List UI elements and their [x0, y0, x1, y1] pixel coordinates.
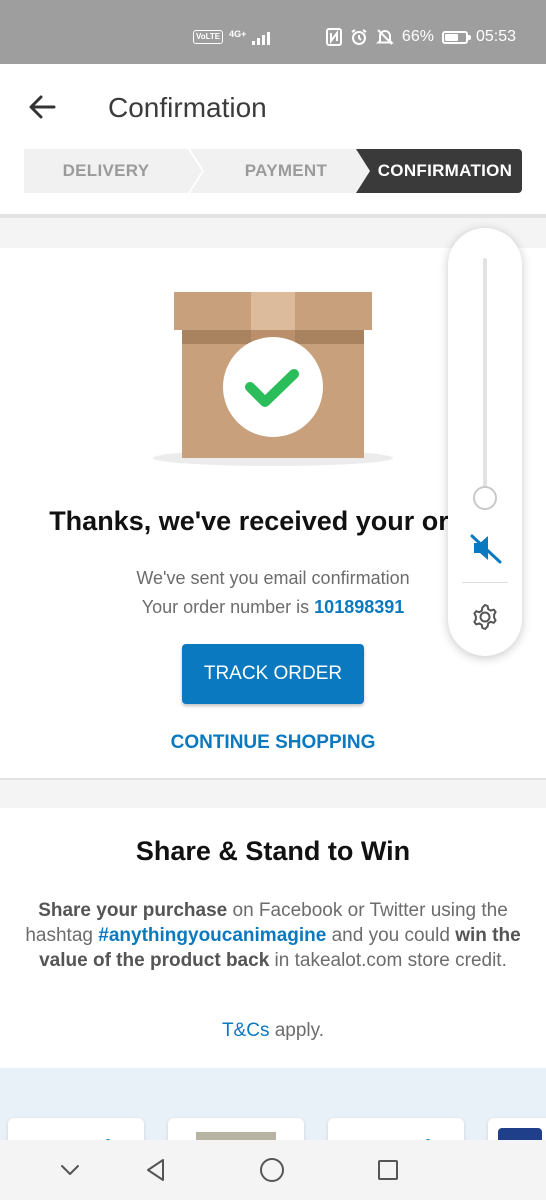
battery-level — [444, 33, 458, 41]
share-description: Share your purchase on Facebook or Twitt… — [24, 898, 522, 973]
square-recents-icon — [378, 1160, 398, 1180]
step-confirmation: CONFIRMATION — [356, 149, 522, 193]
recommended-products-strip — [0, 1068, 546, 1140]
volte-badge: VoLTE — [193, 30, 224, 44]
product-image — [196, 1132, 276, 1140]
nav-collapse-button[interactable] — [56, 1156, 84, 1184]
alarm-icon — [351, 29, 367, 45]
checkout-stepper: DELIVERY PAYMENT CONFIRMATION — [24, 149, 522, 193]
circle-home-icon — [260, 1158, 284, 1182]
speaker-muted-icon — [470, 534, 502, 564]
order-number: 101898391 — [314, 597, 405, 617]
system-nav-bar — [0, 1140, 546, 1200]
page-title: Confirmation — [108, 92, 267, 123]
status-right: 66% 05:53 — [325, 28, 516, 46]
product-card[interactable] — [8, 1118, 144, 1140]
product-image — [498, 1128, 542, 1140]
nav-home-button[interactable] — [258, 1156, 286, 1184]
nfc-icon — [325, 28, 342, 46]
product-image — [425, 1139, 431, 1140]
triangle-back-icon — [147, 1159, 164, 1181]
battery-icon — [441, 30, 471, 44]
share-title: Share & Stand to Win — [135, 836, 411, 866]
product-card[interactable] — [328, 1118, 464, 1140]
back-button[interactable] — [26, 90, 60, 124]
status-bar: VoLTE 4G+ 66% 05:53 — [0, 0, 546, 64]
hashtag-link[interactable]: #anythingyoucanimagine — [98, 925, 326, 946]
status-left: VoLTE 4G+ — [193, 29, 271, 45]
product-image — [105, 1139, 111, 1140]
share-bold-1: Share your purchase — [38, 900, 228, 921]
step-delivery: DELIVERY — [24, 149, 202, 193]
terms-line: T&Cs apply. — [0, 1020, 546, 1042]
step-payment: PAYMENT — [190, 149, 370, 193]
order-box-check-icon — [153, 292, 393, 466]
volume-panel — [448, 228, 522, 656]
arrow-left-icon — [29, 95, 56, 119]
volume-slider-thumb[interactable] — [473, 486, 497, 510]
mute-toggle-button[interactable] — [468, 530, 504, 566]
share-text-3: in takealot.com store credit. — [269, 950, 507, 971]
gear-icon — [473, 604, 497, 630]
product-card[interactable] — [488, 1118, 546, 1140]
order-number-label: Your order number is — [141, 597, 310, 617]
mute-bell-icon — [376, 29, 394, 45]
network-type: 4G+ — [229, 29, 247, 39]
terms-link[interactable]: T&Cs — [222, 1020, 270, 1041]
volume-settings-button[interactable] — [468, 600, 502, 634]
share-text-2: and you could — [326, 925, 456, 946]
nav-recents-button[interactable] — [374, 1156, 402, 1184]
volume-slider-track[interactable] — [483, 258, 487, 498]
share-card: Share & Stand to Win Share your purchase… — [0, 808, 546, 1068]
app-header: Confirmation DELIVERY PAYMENT CONFIRMATI… — [0, 64, 546, 218]
volume-divider — [462, 582, 508, 583]
terms-text: apply. — [269, 1020, 325, 1041]
battery-percent: 66% — [401, 28, 434, 45]
signal-icon — [252, 29, 271, 45]
continue-shopping-link[interactable]: CONTINUE SHOPPING — [0, 732, 546, 754]
track-order-button[interactable]: TRACK ORDER — [182, 644, 364, 704]
product-card[interactable] — [168, 1118, 304, 1140]
clock: 05:53 — [475, 28, 516, 45]
nav-back-button[interactable] — [142, 1156, 170, 1184]
chevron-down-icon — [61, 1165, 79, 1175]
